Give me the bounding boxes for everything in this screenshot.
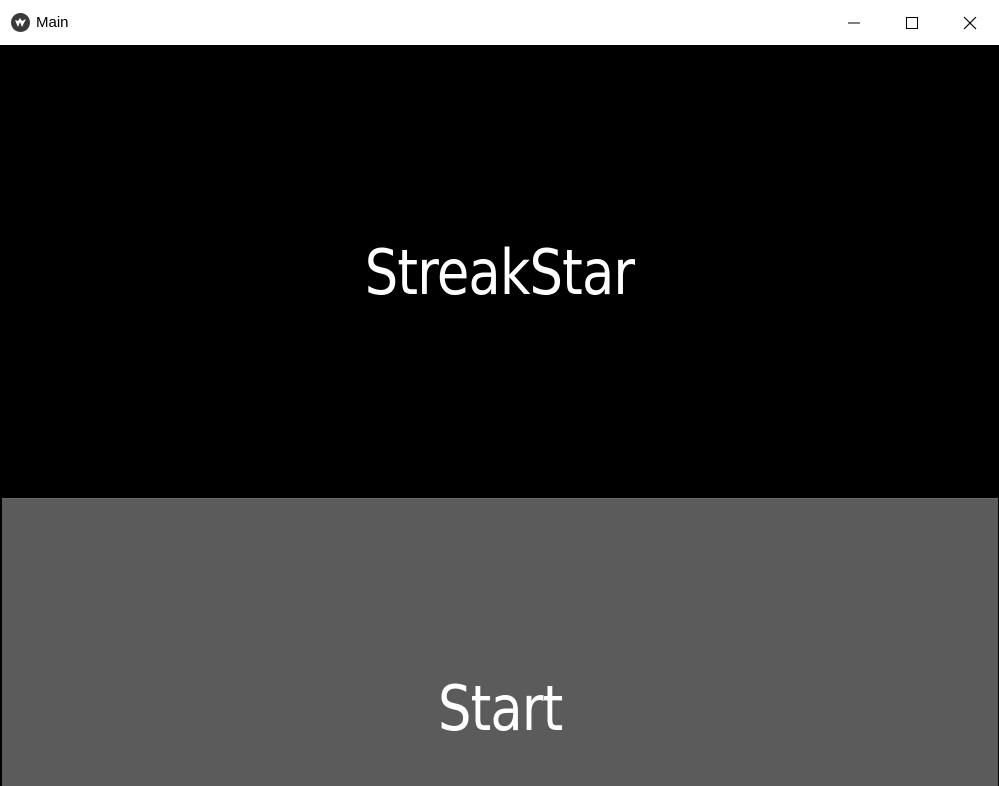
close-button[interactable]	[941, 0, 999, 45]
maximize-icon	[906, 16, 918, 29]
minimize-icon	[848, 22, 860, 23]
close-icon	[963, 16, 977, 29]
app-window: Main StreakStar Start	[0, 0, 999, 786]
title-bar[interactable]: Main	[0, 0, 999, 45]
window-controls	[825, 0, 999, 45]
minimize-button[interactable]	[825, 0, 883, 45]
app-title-label: StreakStar	[364, 236, 635, 309]
start-button-label: Start	[437, 672, 563, 745]
app-content: StreakStar Start	[0, 45, 999, 786]
window-title: Main	[36, 14, 69, 31]
kivy-logo-icon	[11, 13, 30, 32]
start-button[interactable]: Start	[2, 498, 998, 786]
maximize-button[interactable]	[883, 0, 941, 45]
title-label-area: StreakStar	[0, 45, 999, 498]
